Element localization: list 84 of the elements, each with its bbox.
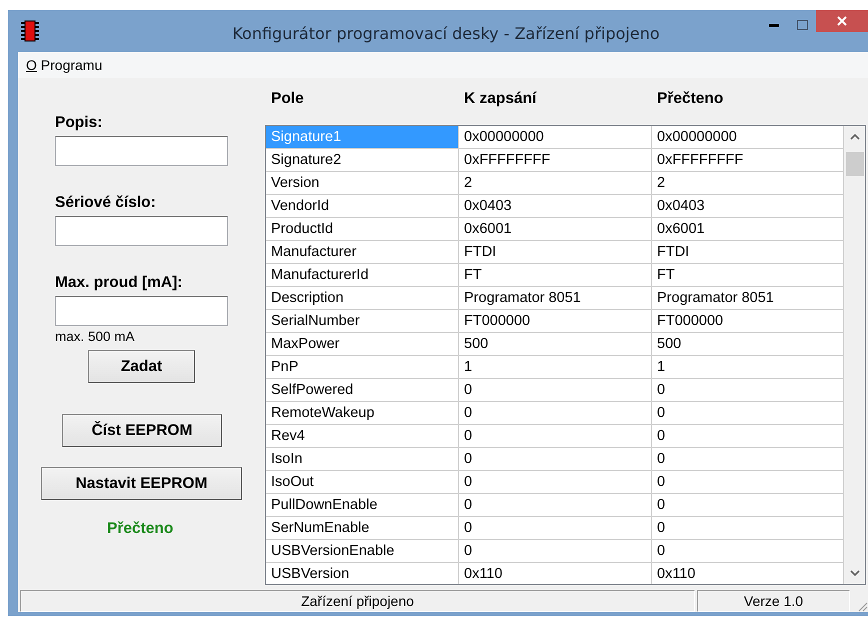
table-cell[interactable]: 0 (459, 517, 652, 540)
table-cell[interactable]: 500 (459, 333, 652, 356)
table-cell[interactable]: VendorId (266, 195, 459, 218)
table-cell[interactable]: ManufacturerId (266, 264, 459, 287)
table-cell[interactable]: USBVersionEnable (266, 540, 459, 563)
column-header: Přečteno (656, 90, 724, 109)
scroll-up-icon[interactable] (850, 134, 860, 140)
table-cell[interactable]: 0 (652, 540, 844, 563)
chip-icon (20, 20, 40, 42)
scrollbar[interactable] (844, 126, 865, 584)
menu-item[interactable]: O Programu (24, 57, 104, 73)
status-text: Přečteno (107, 520, 174, 538)
maximize-icon (796, 20, 808, 30)
table-cell[interactable]: Manufacturer (266, 241, 459, 264)
table-cell[interactable]: RemoteWakeup (266, 402, 459, 425)
table-cell[interactable]: 0 (459, 471, 652, 494)
table-cell[interactable]: 0 (459, 540, 652, 563)
field-label: Max. proud [mA]: (55, 274, 182, 292)
table-cell[interactable]: SerialNumber (266, 310, 459, 333)
read-button[interactable]: Číst EEPROM (62, 414, 222, 447)
table-cell[interactable]: 1 (652, 356, 844, 379)
table-cell[interactable]: 1 (459, 356, 652, 379)
table-cell[interactable]: 2 (459, 172, 652, 195)
table-cell[interactable]: FTDI (652, 241, 844, 264)
table-cell[interactable]: MaxPower (266, 333, 459, 356)
table-cell[interactable]: Version (266, 172, 459, 195)
table-cell[interactable]: 0 (459, 448, 652, 471)
table-cell[interactable]: 0xFFFFFFFF (652, 149, 844, 172)
close-button[interactable] (816, 10, 868, 32)
table-cell[interactable]: 0 (459, 494, 652, 517)
table-cell[interactable]: Rev4 (266, 425, 459, 448)
table-cell[interactable]: IsoIn (266, 448, 459, 471)
table-cell[interactable]: 0 (652, 402, 844, 425)
table-cell[interactable]: 0x0403 (459, 195, 652, 218)
minimize-icon (769, 24, 779, 26)
close-icon (837, 16, 847, 26)
table-cell[interactable]: 0 (652, 425, 844, 448)
table-cell[interactable]: 0 (652, 471, 844, 494)
table-cell[interactable]: 0x00000000 (652, 126, 844, 149)
table-cell[interactable]: 0 (459, 425, 652, 448)
window-title: Konfigurátor programovací desky - Zařízení připojeno (231, 24, 661, 42)
table-cell[interactable]: FT000000 (459, 310, 652, 333)
status-panel: Zařízení připojeno (20, 590, 695, 612)
table-cell[interactable]: Signature2 (266, 149, 459, 172)
resize-grip-icon[interactable] (856, 600, 868, 612)
column-header: Pole (270, 90, 304, 109)
scroll-down-icon[interactable] (850, 570, 860, 576)
table-cell[interactable]: 0x00000000 (459, 126, 652, 149)
table-cell[interactable]: Description (266, 287, 459, 310)
field-label: Sériové číslo: (55, 194, 156, 212)
table-cell[interactable]: 0xFFFFFFFF (459, 149, 652, 172)
scroll-thumb[interactable] (846, 152, 864, 176)
table-cell[interactable]: 500 (652, 333, 844, 356)
table-cell[interactable]: SelfPowered (266, 379, 459, 402)
table-cell[interactable]: 0 (652, 494, 844, 517)
input-field[interactable] (55, 136, 228, 166)
table-cell[interactable]: 0 (459, 402, 652, 425)
write-button[interactable]: Nastavit EEPROM (41, 467, 242, 500)
table-cell[interactable]: PullDownEnable (266, 494, 459, 517)
table-cell[interactable]: 0 (652, 379, 844, 402)
table-cell[interactable]: FT (459, 264, 652, 287)
table-cell[interactable]: Programator 8051 (459, 287, 652, 310)
table-cell[interactable]: Programator 8051 (652, 287, 844, 310)
status-panel: Verze 1.0 (697, 590, 850, 612)
table-cell[interactable]: FT (652, 264, 844, 287)
table-cell[interactable]: 0x6001 (652, 218, 844, 241)
table-cell[interactable]: PnP (266, 356, 459, 379)
table-cell[interactable]: FT000000 (652, 310, 844, 333)
input-field[interactable] (55, 216, 228, 246)
table-cell[interactable]: IsoOut (266, 471, 459, 494)
table-cell[interactable]: 0 (459, 379, 652, 402)
table-cell[interactable]: 0x6001 (459, 218, 652, 241)
table-cell[interactable]: 2 (652, 172, 844, 195)
field-label: Popis: (55, 114, 102, 132)
table-cell[interactable]: 0 (652, 517, 844, 540)
table-cell[interactable]: ProductId (266, 218, 459, 241)
table-cell[interactable]: 0 (652, 448, 844, 471)
table-cell[interactable]: 0x0403 (652, 195, 844, 218)
field-hint: max. 500 mA (55, 329, 135, 344)
input-field[interactable] (55, 296, 228, 326)
table-cell[interactable]: SerNumEnable (266, 517, 459, 540)
table-cell[interactable]: FTDI (459, 241, 652, 264)
column-header: K zapsání (463, 90, 536, 109)
submit-button[interactable]: Zadat (88, 350, 195, 383)
